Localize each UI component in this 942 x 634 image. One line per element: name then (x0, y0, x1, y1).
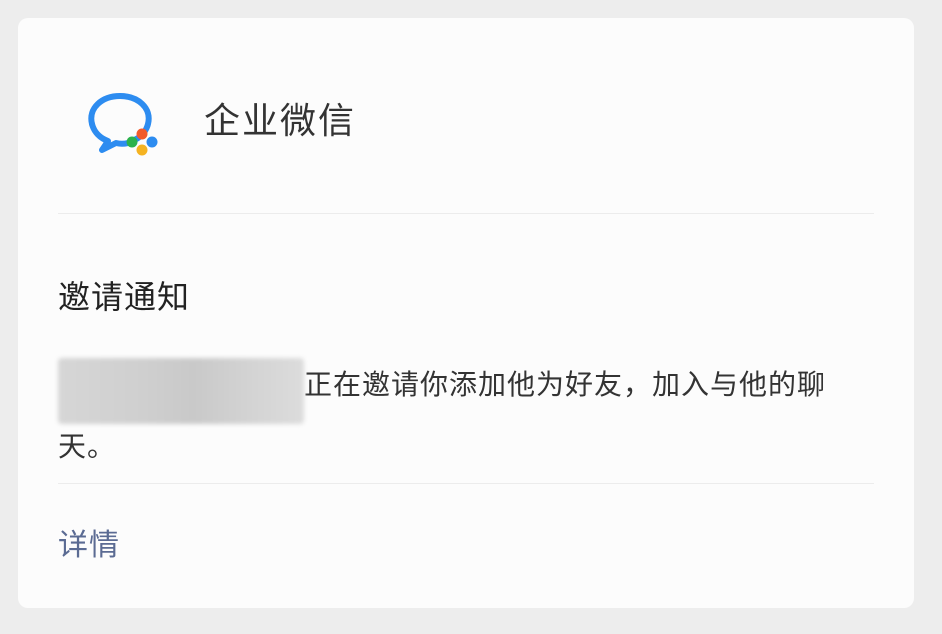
header-divider (58, 213, 874, 214)
body-divider (58, 483, 874, 484)
app-name: 企业微信 (204, 101, 357, 142)
redacted-sender-name (58, 358, 304, 424)
card-header: 企业微信 (18, 18, 914, 214)
notice-body: 正在邀请你添加他为好友，加入与他的聊天。 (58, 358, 874, 463)
notification-card: 企业微信 邀请通知 正在邀请你添加他为好友，加入与他的聊天。 详情 (18, 18, 914, 608)
details-link[interactable]: 详情 (58, 526, 120, 566)
wecom-logo-icon (80, 88, 164, 158)
notice-title: 邀请通知 (58, 278, 191, 316)
